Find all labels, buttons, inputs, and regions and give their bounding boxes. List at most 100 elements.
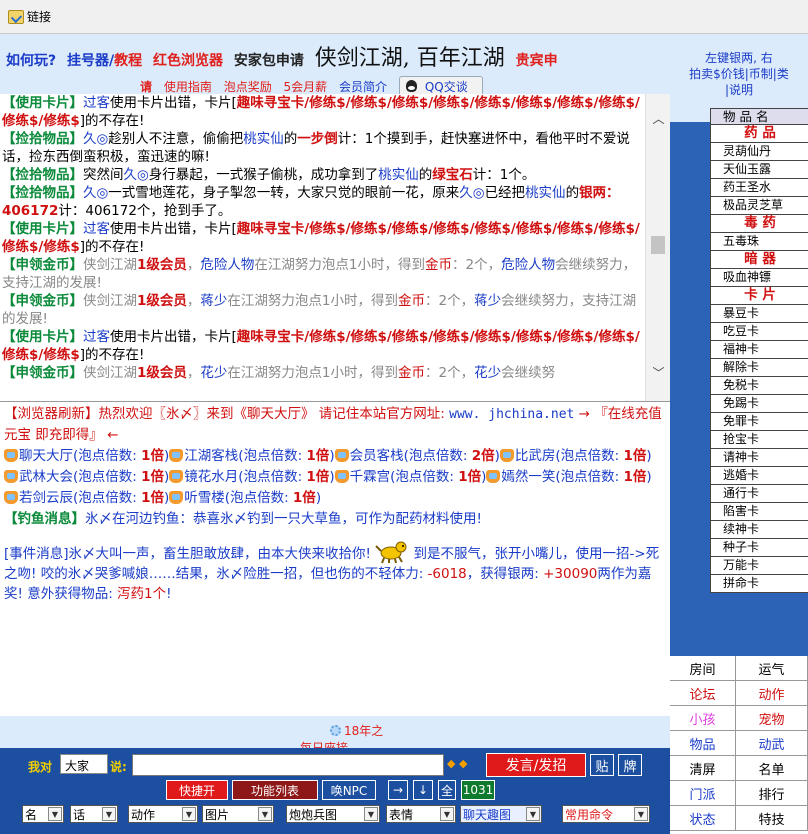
card-button[interactable]: 牌	[618, 754, 642, 776]
item-entry[interactable]: 陷害卡	[710, 503, 808, 521]
chevron-down-icon[interactable]: ▼	[102, 807, 116, 821]
item-entry[interactable]: 万能卡	[710, 557, 808, 575]
menu-item[interactable]: 清屏	[670, 756, 736, 781]
select-0[interactable]: 名 ▼	[22, 805, 64, 823]
chevron-down-icon[interactable]: ▼	[526, 807, 540, 821]
item-entry[interactable]: 逃婚卡	[710, 467, 808, 485]
menu-item[interactable]: 物品	[670, 731, 736, 756]
message-segment[interactable]: 花少	[200, 365, 227, 381]
room-link[interactable]: 会员客栈(泡点倍数: 2倍)	[334, 448, 500, 464]
select-2[interactable]: 动作 ▼	[128, 805, 198, 823]
menu-item[interactable]: 宠物	[736, 706, 808, 731]
nav-member-intro[interactable]: 会员简介	[339, 80, 387, 94]
menu-item[interactable]: 动武	[736, 731, 808, 756]
message-segment[interactable]: 桃实仙	[378, 167, 419, 183]
function-button-4[interactable]: ↓	[413, 780, 433, 800]
chevron-down-icon[interactable]: ▼	[258, 807, 272, 821]
message-segment[interactable]: 蒋少	[474, 293, 501, 309]
menu-item[interactable]: 门派	[670, 781, 736, 806]
menu-item[interactable]: 小孩	[670, 706, 736, 731]
message-segment[interactable]: 久◎	[83, 185, 108, 201]
paste-button[interactable]: 贴	[590, 754, 614, 776]
message-segment[interactable]: 桃实仙	[243, 131, 284, 147]
scroll-thumb[interactable]	[651, 236, 665, 254]
room-link[interactable]: 江湖客栈(泡点倍数: 1倍)	[169, 448, 335, 464]
send-button[interactable]: 发言/发招	[486, 753, 586, 777]
chevron-down-icon[interactable]: ▼	[634, 807, 648, 821]
item-entry[interactable]: 灵葫仙丹	[710, 143, 808, 161]
menu-item[interactable]: 论坛	[670, 681, 736, 706]
nav-red-browser[interactable]: 红色浏览器	[153, 53, 223, 69]
menu-item[interactable]: 动作	[736, 681, 808, 706]
nav-please[interactable]: 请	[140, 80, 152, 94]
room-link[interactable]: 比武房(泡点倍数: 1倍)	[499, 448, 652, 464]
item-entry[interactable]: 五毒珠	[710, 233, 808, 251]
nav-home-package[interactable]: 安家包申请	[234, 53, 304, 69]
nav-tutorial[interactable]: 教程	[114, 53, 142, 69]
function-button-0[interactable]: 快捷开	[166, 780, 228, 800]
chat-input[interactable]	[132, 754, 444, 776]
item-entry[interactable]: 暴豆卡	[710, 305, 808, 323]
message-segment[interactable]: 久◎	[124, 167, 149, 183]
nav-member-salary[interactable]: 5会月薪	[284, 80, 328, 94]
chevron-down-icon[interactable]: ▼	[48, 807, 62, 821]
target-select[interactable]: 大家	[60, 754, 108, 774]
menu-item[interactable]: 运气	[736, 656, 808, 681]
menu-item[interactable]: 特技	[736, 806, 808, 831]
message-segment[interactable]: 过客	[83, 221, 110, 237]
function-button-3[interactable]: →	[388, 780, 408, 800]
item-entry[interactable]: 免罪卡	[710, 413, 808, 431]
message-segment[interactable]: 危险人物	[501, 257, 555, 273]
message-segment[interactable]: 桃实仙	[525, 185, 566, 201]
item-entry[interactable]: 解除卡	[710, 359, 808, 377]
room-link[interactable]: 听雪楼(泡点倍数: 1倍)	[169, 490, 321, 506]
item-entry[interactable]: 通行卡	[710, 485, 808, 503]
select-1[interactable]: 话 ▼	[70, 805, 118, 823]
message-segment[interactable]: 久◎	[459, 185, 484, 201]
select-4[interactable]: 炮炮兵图 ▼	[286, 805, 380, 823]
room-link[interactable]: 千霖宫(泡点倍数: 1倍)	[334, 469, 486, 485]
room-link[interactable]: 若剑云辰(泡点倍数: 1倍)	[4, 490, 169, 506]
menu-item[interactable]: 状态	[670, 806, 736, 831]
nav-how-to-play[interactable]: 如何玩?	[6, 53, 56, 69]
message-segment[interactable]: 过客	[83, 329, 110, 345]
links-button[interactable]: 链接	[8, 8, 51, 25]
item-entry[interactable]: 续神卡	[710, 521, 808, 539]
item-entry[interactable]: 天仙玉露	[710, 161, 808, 179]
select-6[interactable]: 聊天趣图 ▼	[460, 805, 542, 823]
item-entry[interactable]: 吸血神镖	[710, 269, 808, 287]
function-button-6[interactable]: 1031	[461, 780, 495, 800]
scroll-up-icon[interactable]: ︿	[646, 108, 670, 128]
item-entry[interactable]: 免税卡	[710, 377, 808, 395]
message-segment[interactable]: 蒋少	[200, 293, 227, 309]
item-entry[interactable]: 种子卡	[710, 539, 808, 557]
nav-idle-reward[interactable]: 泡点奖励	[224, 80, 272, 94]
select-5[interactable]: 表情 ▼	[386, 805, 456, 823]
room-link[interactable]: 聊天大厅(泡点倍数: 1倍)	[4, 448, 169, 464]
select-7[interactable]: 常用命令 ▼	[562, 805, 650, 823]
message-segment[interactable]: 花少	[474, 365, 501, 381]
room-link[interactable]: 武林大会(泡点倍数: 1倍)	[4, 469, 169, 485]
chevron-down-icon[interactable]: ▼	[440, 807, 454, 821]
select-3[interactable]: 图片 ▼	[202, 805, 274, 823]
item-entry[interactable]: 抢宝卡	[710, 431, 808, 449]
item-entry[interactable]: 拼命卡	[710, 575, 808, 593]
function-button-5[interactable]: 全	[438, 780, 456, 800]
message-segment[interactable]: 久◎	[83, 131, 108, 147]
message-segment[interactable]: 危险人物	[200, 257, 254, 273]
scroll-down-icon[interactable]: ﹀	[646, 362, 670, 382]
chevron-down-icon[interactable]: ▼	[182, 807, 196, 821]
item-entry[interactable]: 福神卡	[710, 341, 808, 359]
welcome-url[interactable]: www. jhchina.net	[449, 407, 574, 422]
nav-vip-apply[interactable]: 贵宾申	[516, 53, 558, 69]
item-entry[interactable]: 药王圣水	[710, 179, 808, 197]
menu-item[interactable]: 排行	[736, 781, 808, 806]
room-link[interactable]: 嫣然一笑(泡点倍数: 1倍)	[486, 469, 652, 485]
menu-item[interactable]: 名单	[736, 756, 808, 781]
item-entry[interactable]: 请神卡	[710, 449, 808, 467]
item-entry[interactable]: 极品灵芝草	[710, 197, 808, 215]
nav-guide[interactable]: 使用指南	[164, 80, 212, 94]
item-entry[interactable]: 吃豆卡	[710, 323, 808, 341]
message-segment[interactable]: 过客	[83, 95, 110, 111]
log-scrollbar[interactable]: ︿ ﹀	[645, 94, 670, 401]
